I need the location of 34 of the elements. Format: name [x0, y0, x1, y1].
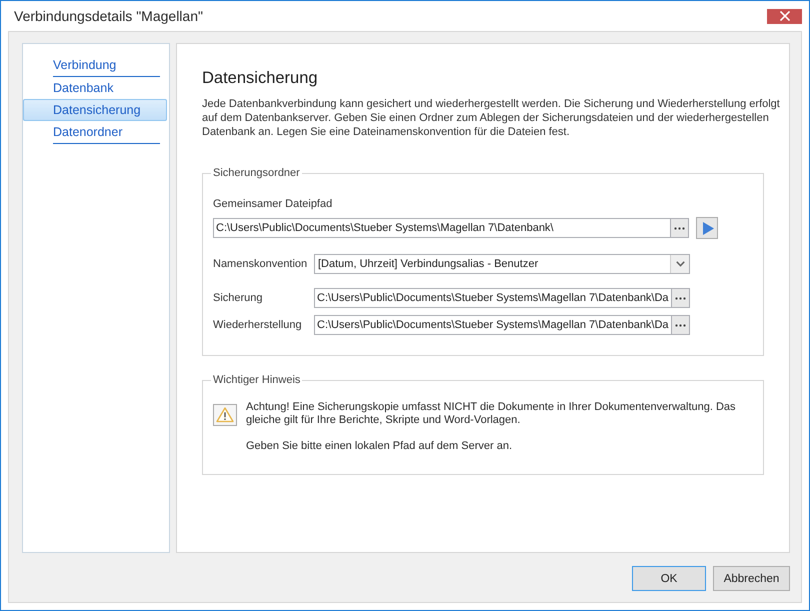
group-title: Sicherungsordner: [212, 166, 301, 180]
browse-button[interactable]: [671, 315, 690, 335]
play-icon: [702, 222, 714, 234]
section-heading: Datensicherung: [202, 68, 319, 88]
notice-text: Achtung! Eine Sicherungskopie umfasst NICHT die Dokumente in Ihrer Dokumentenverwaltung. Das gleiche gilt für Ihre Berichte, Skripte und Word-Vorlagen.: [246, 401, 737, 427]
close-icon: [780, 11, 790, 21]
sidebar-item[interactable]: Datensicherung: [23, 99, 167, 121]
cancel-button[interactable]: Abbrechen: [713, 566, 790, 591]
field-label: Sicherung: [213, 292, 264, 304]
path-field[interactable]: C:\Users\Public\Documents\Stueber Systems\Magellan 7\Datenbank\Da: [314, 288, 671, 308]
window-title: Verbindungsdetails "Magellan": [14, 8, 204, 24]
run-button[interactable]: [696, 217, 718, 239]
field-label: Gemeinsamer Dateipfad: [213, 197, 334, 211]
field-label: Namenskonvention: [213, 258, 308, 270]
field-label: Wiederherstellung: [213, 319, 303, 331]
path-field[interactable]: C:\Users\Public\Documents\Stueber Systems\Magellan 7\Datenbank\: [213, 218, 670, 238]
path-field[interactable]: C:\Users\Public\Documents\Stueber Systems\Magellan 7\Datenbank\Da: [314, 315, 671, 335]
warning-icon: [213, 404, 237, 426]
ok-button[interactable]: OK: [632, 566, 706, 591]
dropdown-button[interactable]: [670, 255, 689, 273]
browse-button[interactable]: [670, 218, 689, 238]
group-title: Wichtiger Hinweis: [212, 373, 302, 387]
dropdown-field[interactable]: [Datum, Uhrzeit] Verbindungsalias - Benutzer: [314, 254, 690, 274]
browse-button[interactable]: [671, 288, 690, 308]
chevron-icon: [676, 261, 684, 267]
description-text: Jede Datenbankverbindung kann gesichert und wiederhergestellt werden. Die Sicherung und Wiederherstellung erfolgt auf dem Datenbankserver. Geben Sie einen Ordner zum Ablegen der Sicherungsdateien und der wiederhergestellen Datenbank an. Legen Sie eine Dateinamenskonvention für die Dateien fest.: [202, 97, 781, 139]
ellipsis-icon: [675, 296, 686, 300]
ellipsis-icon: [674, 226, 685, 230]
sidebar-item[interactable]: Verbindung: [23, 54, 167, 76]
sidebar-item[interactable]: Datenordner: [23, 121, 167, 143]
notice-text: Geben Sie bitte einen lokalen Pfad auf dem Server an.: [246, 440, 514, 453]
sidebar-item[interactable]: Datenbank: [23, 77, 167, 99]
close-button[interactable]: [767, 8, 802, 24]
ellipsis-icon: [675, 324, 686, 326]
